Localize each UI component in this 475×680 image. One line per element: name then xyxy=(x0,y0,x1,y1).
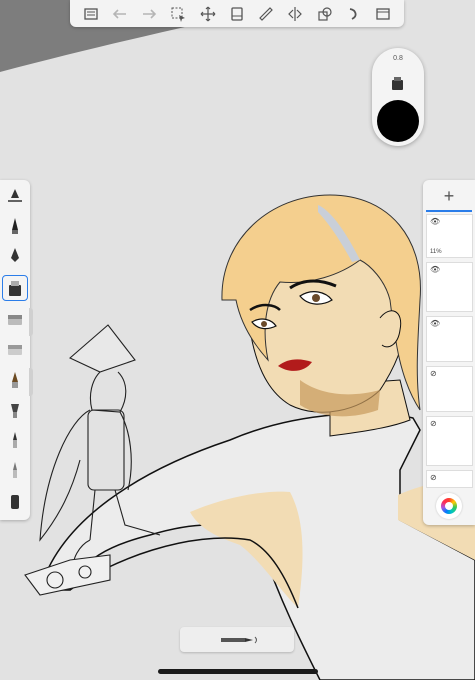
top-toolbar xyxy=(70,0,404,27)
eraser-icon[interactable] xyxy=(3,308,27,332)
layer-thumbnail[interactable]: ⊘ xyxy=(426,416,473,466)
gallery-icon[interactable] xyxy=(80,4,102,24)
layer-thumbnail[interactable]: ⊘ xyxy=(426,470,473,488)
shapes-icon[interactable] xyxy=(314,4,336,24)
airbrush-icon[interactable] xyxy=(3,398,27,422)
french-curve-icon[interactable] xyxy=(343,4,365,24)
layers-panel: + 👁 11% 👁 👁 ⊘ ⊘ ⊘ xyxy=(423,180,475,525)
pen-pressure-icon xyxy=(221,636,257,643)
layer-thumbnail[interactable]: 👁 xyxy=(426,262,473,312)
ruler-icon[interactable] xyxy=(255,4,277,24)
brush-puck[interactable]: 0.8 xyxy=(372,48,424,146)
color-wheel-icon[interactable] xyxy=(436,493,462,519)
layer-thumbnail[interactable]: 👁 11% xyxy=(426,214,473,258)
fullscreen-icon[interactable] xyxy=(372,4,394,24)
smudge-icon[interactable] xyxy=(3,490,27,514)
brush-icon[interactable] xyxy=(3,458,27,482)
ballpoint-pen-icon[interactable] xyxy=(3,214,27,238)
eye-icon[interactable]: 👁 xyxy=(430,265,440,274)
layer-icon[interactable] xyxy=(226,4,248,24)
selection-icon[interactable] xyxy=(167,4,189,24)
add-layer-button[interactable]: + xyxy=(423,184,475,208)
fountain-pen-icon[interactable] xyxy=(3,244,27,268)
eye-hidden-icon[interactable]: ⊘ xyxy=(430,473,437,482)
soft-eraser-icon[interactable] xyxy=(3,338,27,362)
eye-hidden-icon[interactable]: ⊘ xyxy=(430,419,437,428)
current-brush-icon xyxy=(392,77,403,90)
symmetry-icon[interactable] xyxy=(284,4,306,24)
layer-thumbnail[interactable]: 👁 xyxy=(426,316,473,362)
current-color-swatch[interactable] xyxy=(377,100,419,142)
eye-icon[interactable]: 👁 xyxy=(430,217,440,226)
layer-opacity: 11% xyxy=(430,249,442,255)
paintbrush-icon[interactable] xyxy=(3,428,27,452)
pencil-ruler-icon[interactable] xyxy=(3,184,27,208)
marker-icon[interactable] xyxy=(2,275,28,301)
eye-hidden-icon[interactable]: ⊘ xyxy=(430,369,437,378)
redo-icon[interactable] xyxy=(138,4,160,24)
brush-size-label: 0.8 xyxy=(393,55,403,62)
brush-palette xyxy=(0,180,33,520)
layer-thumbnail[interactable]: ⊘ xyxy=(426,366,473,412)
home-indicator[interactable] xyxy=(158,669,318,674)
eye-icon[interactable]: 👁 xyxy=(430,319,440,328)
undo-icon[interactable] xyxy=(109,4,131,24)
pressure-indicator[interactable] xyxy=(180,627,294,652)
pencil-icon[interactable] xyxy=(3,368,27,392)
transform-icon[interactable] xyxy=(197,4,219,24)
